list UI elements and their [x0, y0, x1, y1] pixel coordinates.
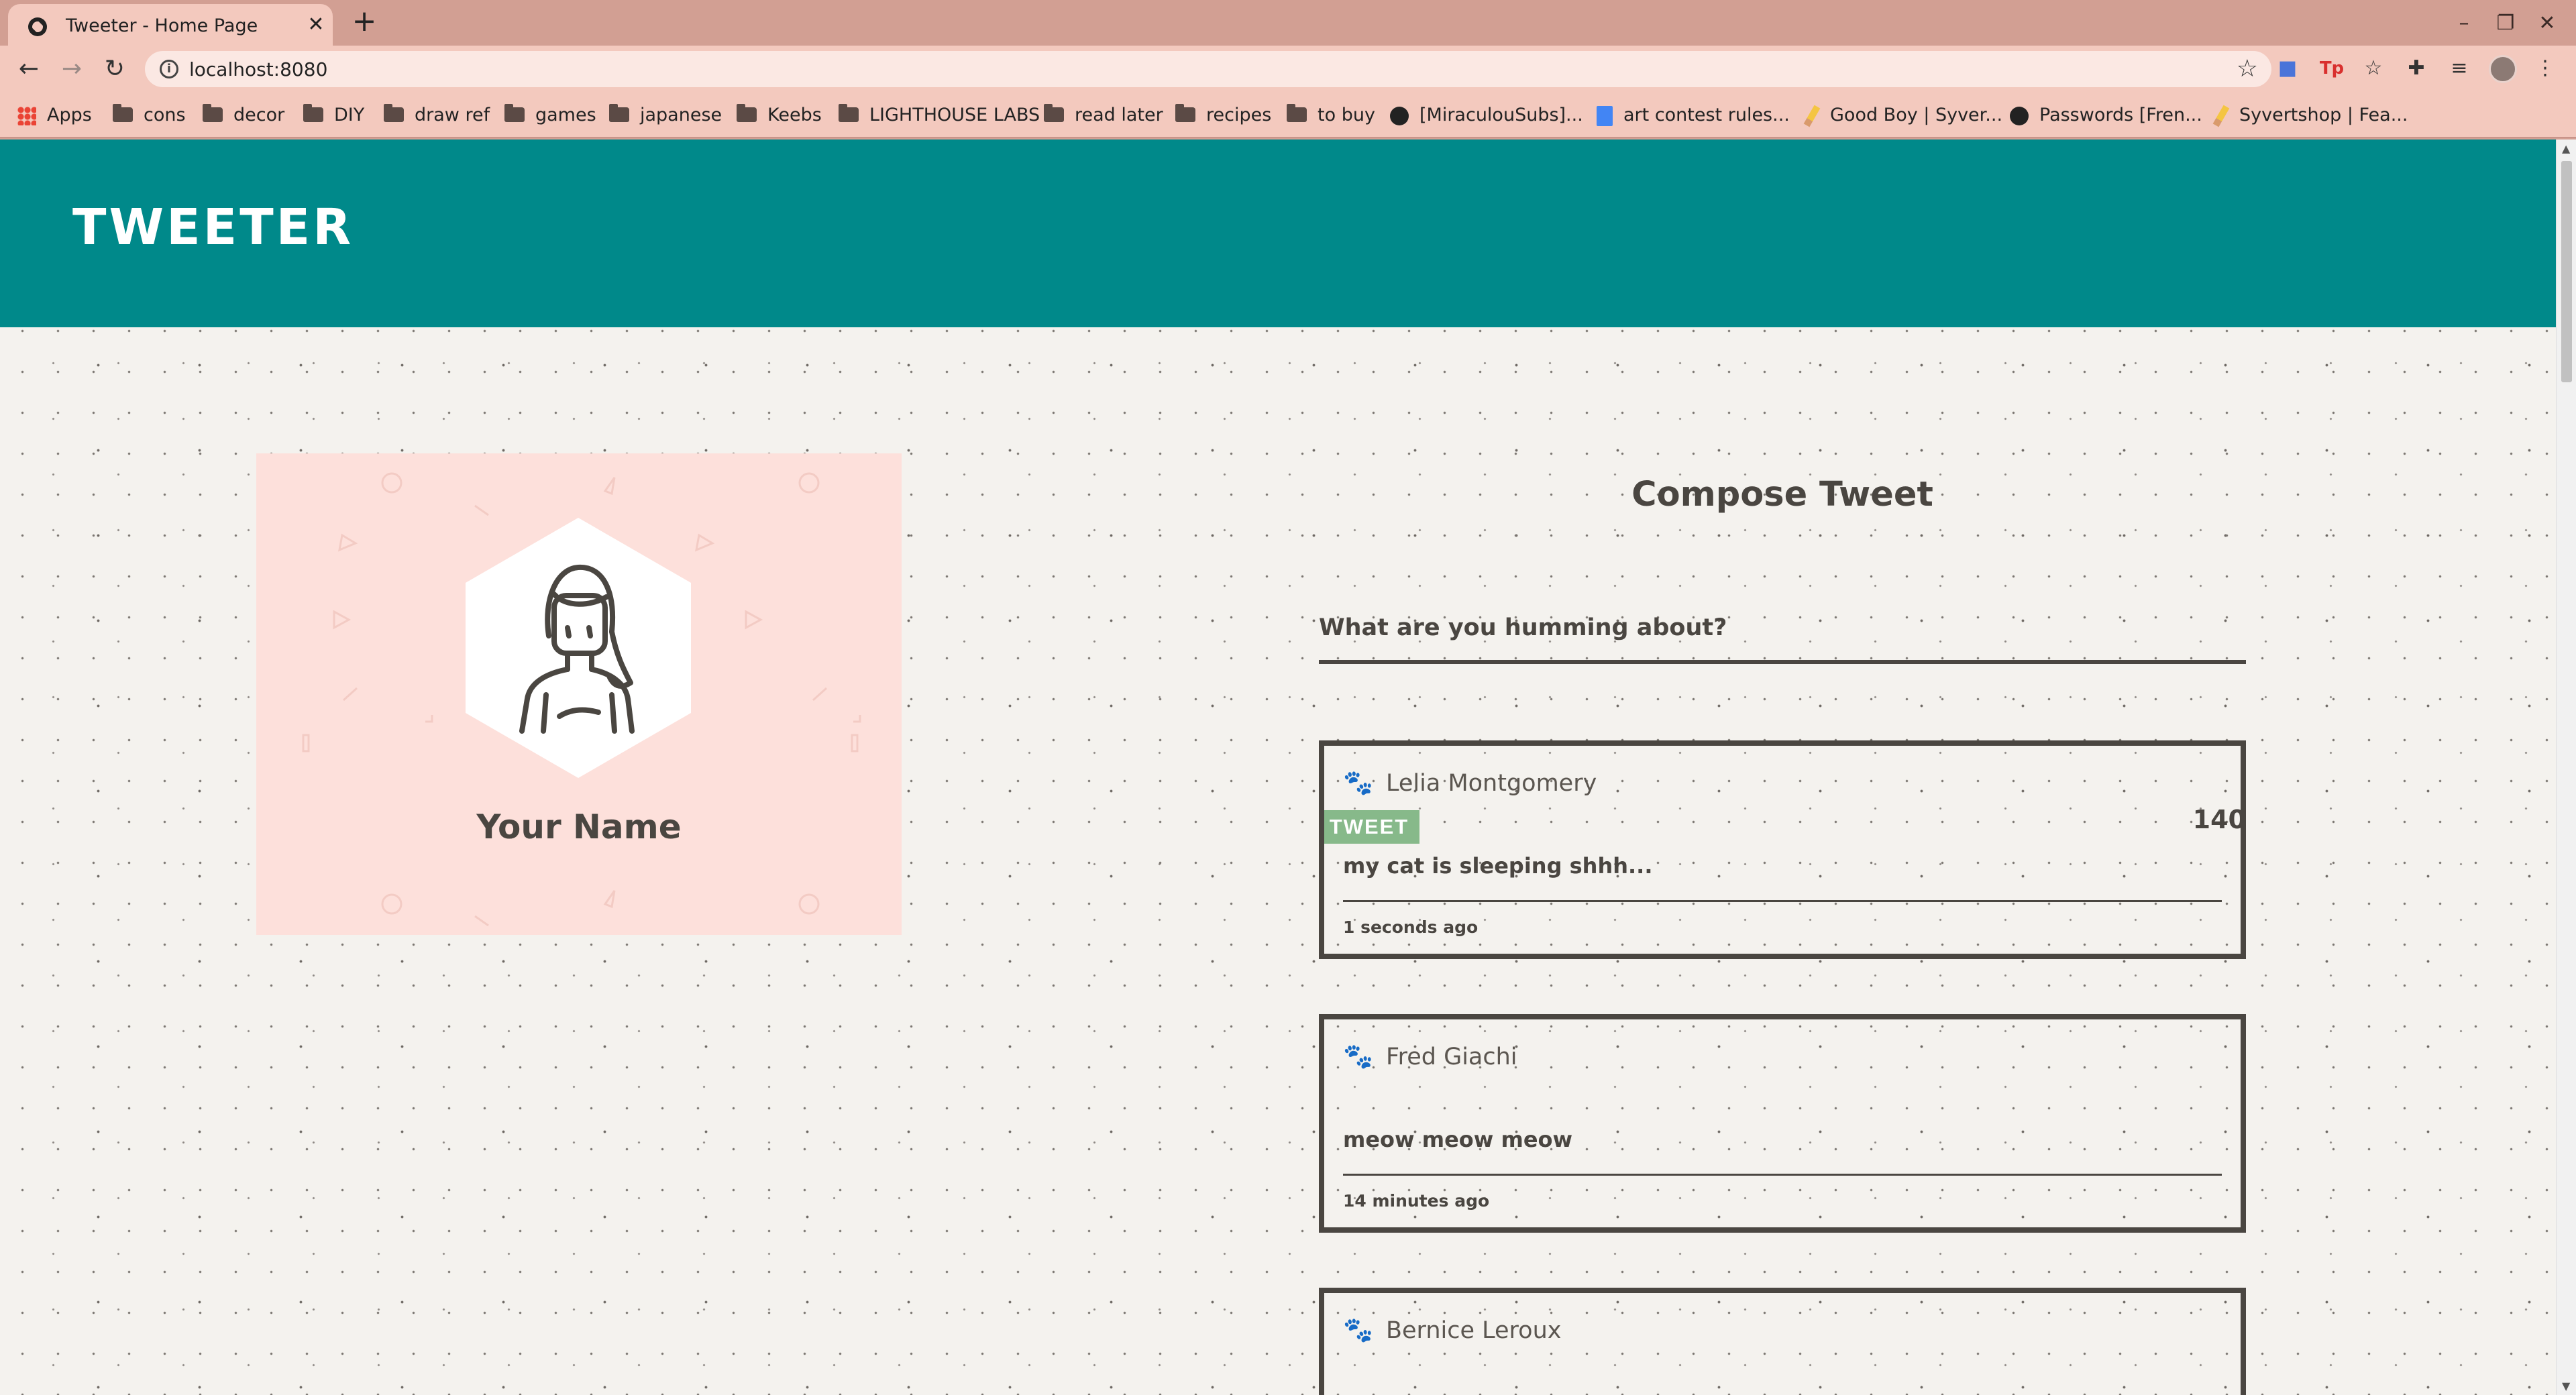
scroll-up-icon[interactable]: ▲: [2562, 142, 2570, 155]
bookmark-link[interactable]: art contest rules...: [1597, 102, 1790, 129]
back-icon[interactable]: ←: [13, 54, 44, 85]
folder-icon: [609, 103, 629, 122]
tweet-card: 🐾 Fred Giachi meow meow meow 14 minutes …: [1319, 1014, 2246, 1233]
folder-icon: [203, 103, 223, 122]
folder-icon: [504, 103, 525, 122]
profile-name: Your Name: [476, 807, 682, 846]
bookmark-link[interactable]: Passwords [Fren...: [2010, 102, 2202, 129]
bookmarks-bar: Apps cons decor DIY draw ref games japan…: [0, 93, 2576, 138]
bookmark-folder[interactable]: DIY: [303, 102, 364, 129]
page-scrollbar[interactable]: ▲ ▼: [2556, 140, 2576, 1395]
folder-icon: [1044, 103, 1064, 122]
close-tab-icon[interactable]: ✕: [303, 12, 329, 38]
browser-tab[interactable]: Tweeter - Home Page ✕: [8, 4, 333, 46]
globe-icon: [28, 17, 47, 36]
site-nav: Tweeter: [0, 140, 2556, 327]
puzzle-extensions-icon[interactable]: ✚: [2403, 55, 2430, 82]
bookmark-folder[interactable]: cons: [113, 102, 186, 129]
bookmark-apps[interactable]: Apps: [17, 102, 92, 129]
globe-icon: [2010, 106, 2029, 125]
paw-icon: 🐾: [1343, 769, 1373, 797]
globe-icon: [1390, 106, 1409, 125]
bookmark-folder[interactable]: games: [504, 102, 596, 129]
bookmark-folder[interactable]: to buy: [1287, 102, 1375, 129]
bookmark-link[interactable]: Syvertshop | Fea...: [2212, 102, 2408, 129]
profile-card: Your Name: [256, 453, 902, 935]
pencil-icon: [1803, 105, 1821, 127]
tweet-text: my cat is sleeping shhh...: [1343, 853, 1653, 879]
scroll-down-icon[interactable]: ▼: [2562, 1380, 2570, 1392]
tweet-divider: [1343, 900, 2222, 902]
doc-icon: [1597, 105, 1613, 126]
tab-title: Tweeter - Home Page: [66, 15, 258, 36]
bookmark-folder[interactable]: LIGHTHOUSE LABS: [839, 102, 1040, 129]
bookmark-folder[interactable]: draw ref: [384, 102, 490, 129]
tweet-divider: [1343, 1174, 2222, 1176]
bookmark-folder[interactable]: Keebs: [737, 102, 822, 129]
media-control-icon[interactable]: ≡: [2446, 55, 2473, 82]
avatar-icon: [519, 564, 635, 734]
bookmark-folder[interactable]: recipes: [1175, 102, 1271, 129]
paw-icon: 🐾: [1343, 1043, 1373, 1070]
tweet-author: Lelia Montgomery: [1386, 770, 1597, 797]
address-bar[interactable]: i localhost:8080 ☆: [145, 51, 2271, 87]
folder-icon: [839, 103, 859, 122]
browser-toolbar: ← → ↻ i localhost:8080 ☆ ■ Tp ☆ ✚ ≡ ⋮: [0, 46, 2576, 93]
restore-icon[interactable]: ❐: [2490, 8, 2521, 39]
address-url[interactable]: localhost:8080: [189, 58, 327, 80]
pencil-icon: [2212, 105, 2230, 127]
bookmark-folder[interactable]: japanese: [609, 102, 722, 129]
tweet-text-input[interactable]: [1319, 596, 2246, 664]
star-extension-icon[interactable]: ☆: [2360, 55, 2387, 82]
tweet-card: 🐾 Lelia Montgomery my cat is sleeping sh…: [1319, 740, 2246, 959]
tweet-text: meow meow meow: [1343, 1127, 1573, 1152]
bookmark-folder[interactable]: decor: [203, 102, 284, 129]
minimize-icon[interactable]: –: [2449, 8, 2479, 39]
compose-title: Compose Tweet: [1631, 475, 1933, 514]
bookmark-star-icon[interactable]: ☆: [2237, 55, 2258, 82]
menu-dots-icon[interactable]: ⋮: [2532, 55, 2559, 82]
paw-icon: 🐾: [1343, 1317, 1373, 1344]
tweet-author: Bernice Leroux: [1386, 1317, 1562, 1344]
scroll-thumb[interactable]: [2561, 161, 2572, 382]
page-viewport: Tweeter: [0, 140, 2556, 1395]
folder-icon: [384, 103, 404, 122]
bookmark-folder[interactable]: read later: [1044, 102, 1163, 129]
forward-icon[interactable]: →: [56, 54, 87, 85]
browser-tabstrip: Tweeter - Home Page ✕ + – ❐ ✕: [0, 0, 2576, 46]
bookmark-link[interactable]: Good Boy | Syver...: [1803, 102, 2002, 129]
folder-icon: [1175, 103, 1195, 122]
translate-extension-icon[interactable]: ■: [2274, 55, 2301, 82]
tp-extension-icon[interactable]: Tp: [2318, 55, 2345, 82]
profile-avatar[interactable]: [2489, 55, 2517, 83]
bookmark-link[interactable]: [MiraculouSubs]...: [1390, 102, 1583, 129]
brand-logo[interactable]: Tweeter: [72, 199, 354, 256]
folder-icon: [737, 103, 757, 122]
folder-icon: [303, 103, 323, 122]
reload-icon[interactable]: ↻: [99, 54, 130, 85]
apps-icon: [17, 106, 36, 125]
tweet-author: Fred Giachi: [1386, 1044, 1517, 1070]
tweet-timestamp: 1 seconds ago: [1343, 917, 1479, 937]
folder-icon: [113, 103, 133, 122]
site-info-icon[interactable]: i: [160, 60, 178, 78]
tweet-card: 🐾 Bernice Leroux: [1319, 1288, 2246, 1395]
new-tab-button[interactable]: +: [349, 7, 380, 38]
tweet-timestamp: 14 minutes ago: [1343, 1191, 1490, 1211]
folder-icon: [1287, 103, 1307, 122]
close-window-icon[interactable]: ✕: [2532, 8, 2563, 39]
